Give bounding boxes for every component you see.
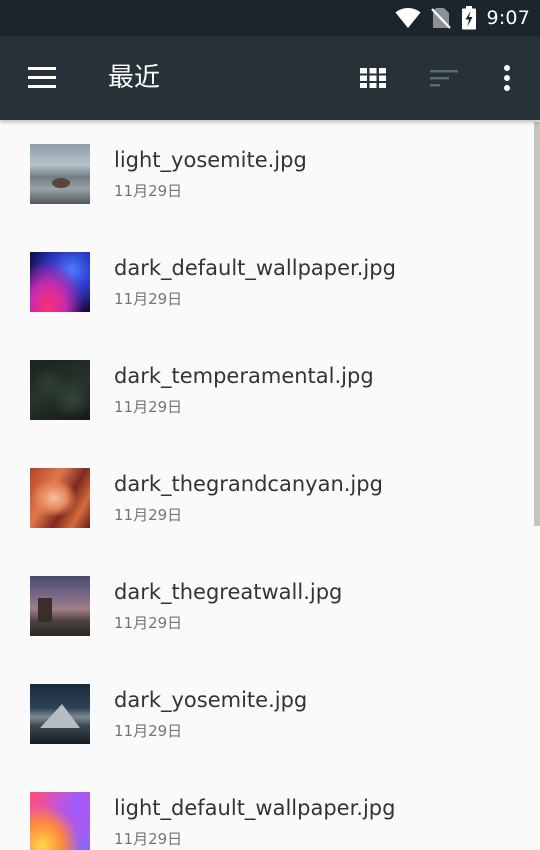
list-item[interactable]: dark_thegrandcanyan.jpg 11月29日 xyxy=(0,444,532,552)
file-list: light_yosemite.jpg 11月29日 dark_default_w… xyxy=(0,120,540,850)
list-item[interactable]: dark_yosemite.jpg 11月29日 xyxy=(0,660,532,768)
file-name: dark_thegreatwall.jpg xyxy=(114,580,343,604)
file-date: 11月29日 xyxy=(114,290,183,308)
list-item[interactable]: dark_temperamental.jpg 11月29日 xyxy=(0,336,532,444)
file-name: dark_yosemite.jpg xyxy=(114,688,308,712)
thumbnail-image xyxy=(30,360,90,420)
grid-view-icon[interactable] xyxy=(360,68,386,88)
file-date: 11月29日 xyxy=(114,182,183,200)
list-item[interactable]: light_default_wallpaper.jpg 11月29日 xyxy=(0,768,532,850)
file-name: dark_thegrandcanyan.jpg xyxy=(114,472,383,496)
battery-charging-icon xyxy=(461,6,476,30)
thumbnail-image xyxy=(30,684,90,744)
file-date: 11月29日 xyxy=(114,722,183,740)
file-date: 11月29日 xyxy=(114,830,183,848)
app-bar: 最近 xyxy=(0,36,540,120)
thumbnail-image xyxy=(30,576,90,636)
no-sim-icon xyxy=(430,8,451,29)
thumbnail-image xyxy=(30,144,90,204)
status-time: 9:07 xyxy=(486,7,530,29)
thumbnail-image xyxy=(30,252,90,312)
list-item[interactable]: light_yosemite.jpg 11月29日 xyxy=(0,120,532,228)
file-date: 11月29日 xyxy=(114,398,183,416)
list-item[interactable]: dark_thegreatwall.jpg 11月29日 xyxy=(0,552,532,660)
scrollbar[interactable] xyxy=(534,122,540,526)
file-date: 11月29日 xyxy=(114,614,183,632)
wifi-icon xyxy=(395,8,421,28)
status-bar: 9:07 xyxy=(0,0,540,36)
thumbnail-image xyxy=(30,468,90,528)
file-name: light_default_wallpaper.jpg xyxy=(114,796,396,820)
file-name: dark_temperamental.jpg xyxy=(114,364,374,388)
file-name: light_yosemite.jpg xyxy=(114,148,307,172)
page-title: 最近 xyxy=(108,63,161,93)
file-name: dark_default_wallpaper.jpg xyxy=(114,256,396,280)
file-date: 11月29日 xyxy=(114,506,183,524)
list-item[interactable]: dark_default_wallpaper.jpg 11月29日 xyxy=(0,228,532,336)
sort-icon[interactable] xyxy=(430,68,458,88)
thumbnail-image xyxy=(30,792,90,850)
more-options-icon[interactable] xyxy=(498,64,516,92)
status-icons: 9:07 xyxy=(395,0,530,36)
menu-icon[interactable] xyxy=(28,67,56,89)
